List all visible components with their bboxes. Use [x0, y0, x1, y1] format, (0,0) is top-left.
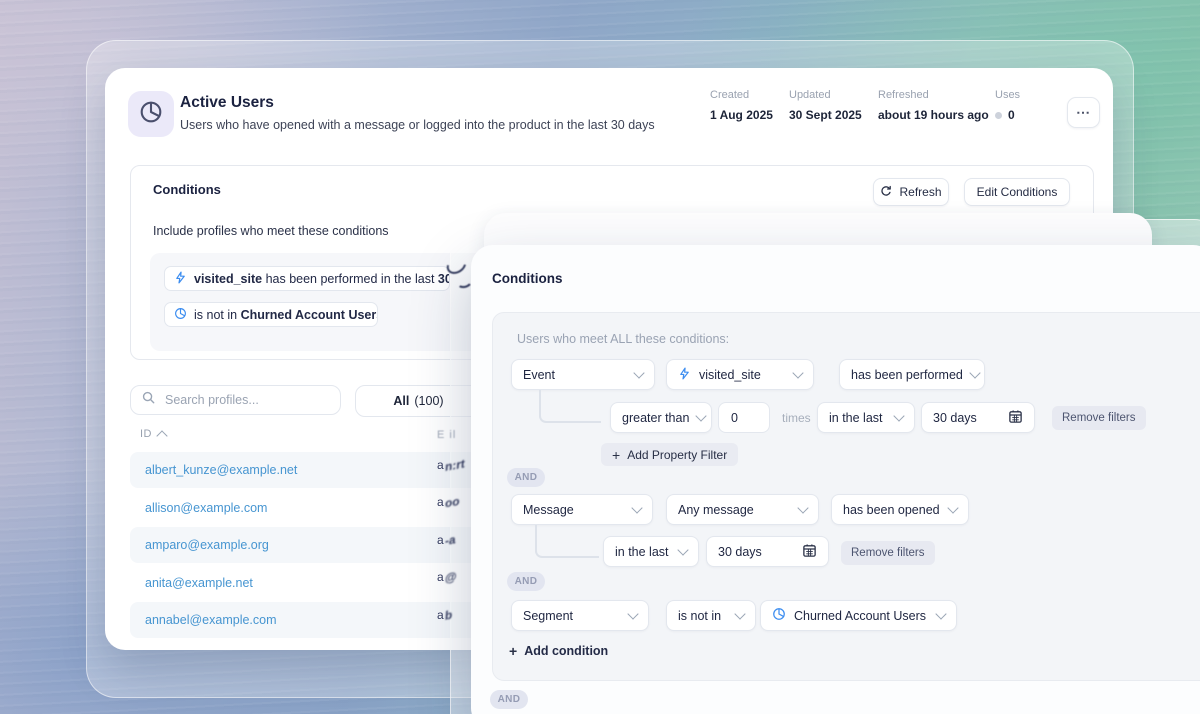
field-type-dropdown[interactable]: Event: [511, 359, 655, 390]
window-dropdown[interactable]: in the last: [603, 536, 699, 567]
and-badge: AND: [490, 690, 528, 709]
duration-picker[interactable]: 30 days: [921, 402, 1035, 433]
branch-connector: [539, 390, 601, 423]
builder-intro-text: Users who meet ALL these conditions:: [517, 332, 730, 346]
segment-condition-pill: is not in Churned Account Users: [164, 302, 378, 327]
edit-conditions-button[interactable]: Edit Conditions: [964, 178, 1070, 206]
pie-chart-icon: [772, 607, 786, 624]
meta-uses: Uses 0: [995, 89, 1021, 122]
calendar-icon: [802, 543, 817, 561]
field-type-dropdown[interactable]: Message: [511, 494, 653, 525]
chevron-down-icon: [935, 607, 947, 620]
chevron-down-icon: [969, 366, 981, 379]
lightning-icon: [174, 271, 187, 287]
refresh-button[interactable]: Refresh: [873, 178, 949, 206]
chevron-down-icon: [633, 366, 645, 379]
event-condition-pill: visited_site has been performed in the l…: [164, 266, 450, 291]
id-column-header[interactable]: ID: [140, 428, 168, 442]
meta-created: Created 1 Aug 2025: [710, 89, 773, 122]
search-icon: [142, 391, 155, 409]
window-dropdown[interactable]: in the last: [817, 402, 915, 433]
message-dropdown[interactable]: Any message: [666, 494, 819, 525]
sort-ascending-icon: [156, 429, 168, 442]
search-profiles-field[interactable]: [130, 385, 341, 415]
message-operator-dropdown[interactable]: has been opened: [831, 494, 969, 525]
chevron-down-icon: [627, 607, 639, 620]
calendar-icon: [1008, 409, 1023, 427]
event-name-dropdown[interactable]: visited_site: [666, 359, 814, 390]
plus-icon: +: [509, 643, 518, 659]
segment-value-dropdown[interactable]: Churned Account Users: [760, 600, 957, 631]
pie-chart-icon: [139, 100, 163, 129]
duration-picker[interactable]: 30 days: [706, 536, 829, 567]
profile-row[interactable]: albert_kunze@example.net: [130, 452, 482, 488]
add-property-filter-button[interactable]: + Add Property Filter: [601, 443, 739, 466]
and-badge: AND: [507, 572, 545, 591]
refresh-icon: [880, 185, 892, 200]
meta-updated: Updated 30 Sept 2025: [789, 89, 862, 122]
chevron-down-icon: [947, 501, 959, 514]
meta-refreshed: Refreshed about 19 hours ago: [878, 89, 989, 122]
builder-heading: Conditions: [492, 271, 563, 286]
overflow-menu-button[interactable]: ⋯: [1067, 97, 1100, 128]
pie-chart-icon: [174, 307, 187, 323]
page-title: Active Users: [180, 94, 274, 111]
add-condition-button[interactable]: + Add condition: [509, 644, 608, 658]
profile-row[interactable]: amparo@example.org: [130, 527, 482, 563]
conditions-heading: Conditions: [153, 182, 221, 197]
profile-row[interactable]: annabel@example.com: [130, 602, 482, 638]
times-label: times: [782, 411, 811, 425]
comparator-dropdown[interactable]: greater than: [610, 402, 712, 433]
and-badge: AND: [507, 468, 545, 487]
remove-filters-button[interactable]: Remove filters: [841, 541, 935, 565]
field-type-dropdown[interactable]: Segment: [511, 600, 649, 631]
chevron-down-icon: [797, 501, 809, 514]
profile-row[interactable]: allison@example.com: [130, 490, 482, 526]
include-profiles-text: Include profiles who meet these conditio…: [153, 224, 389, 238]
remove-filters-button[interactable]: Remove filters: [1052, 406, 1146, 430]
branch-connector: [535, 525, 599, 558]
profile-row[interactable]: anita@example.net: [130, 565, 482, 601]
chevron-down-icon: [893, 409, 905, 422]
chevron-down-icon: [677, 543, 689, 556]
uses-status-dot: [995, 111, 1002, 119]
refracted-cell-fragment: a @: [437, 568, 457, 586]
refracted-cell-fragment: a -a: [437, 531, 456, 549]
refracted-cell-fragment: ab: [437, 607, 453, 623]
chevron-down-icon: [734, 607, 746, 620]
event-operator-dropdown[interactable]: has been performed: [839, 359, 985, 390]
chevron-down-icon: [792, 366, 804, 379]
condition-builder-panel: Conditions Users who meet ALL these cond…: [471, 245, 1200, 714]
refracted-cell-fragment: a n:rt: [437, 456, 466, 474]
email-column-header-fragment: E il: [437, 429, 457, 441]
ellipsis-icon: ⋯: [1076, 104, 1091, 120]
chevron-down-icon: [631, 501, 643, 514]
segment-description: Users who have opened with a message or …: [180, 118, 655, 132]
segment-icon-tile: [128, 91, 174, 137]
chevron-down-icon: [695, 409, 708, 422]
plus-icon: +: [612, 446, 621, 463]
search-input[interactable]: [163, 392, 317, 408]
condition-group-box: Users who meet ALL these conditions: Eve…: [492, 312, 1200, 681]
lightning-icon: [678, 367, 691, 383]
segment-operator-dropdown[interactable]: is not in: [666, 600, 756, 631]
refracted-cell-fragment: a oo: [437, 493, 460, 511]
count-input[interactable]: [718, 402, 770, 433]
screenshot-stage: Active Users Users who have opened with …: [0, 0, 1200, 714]
